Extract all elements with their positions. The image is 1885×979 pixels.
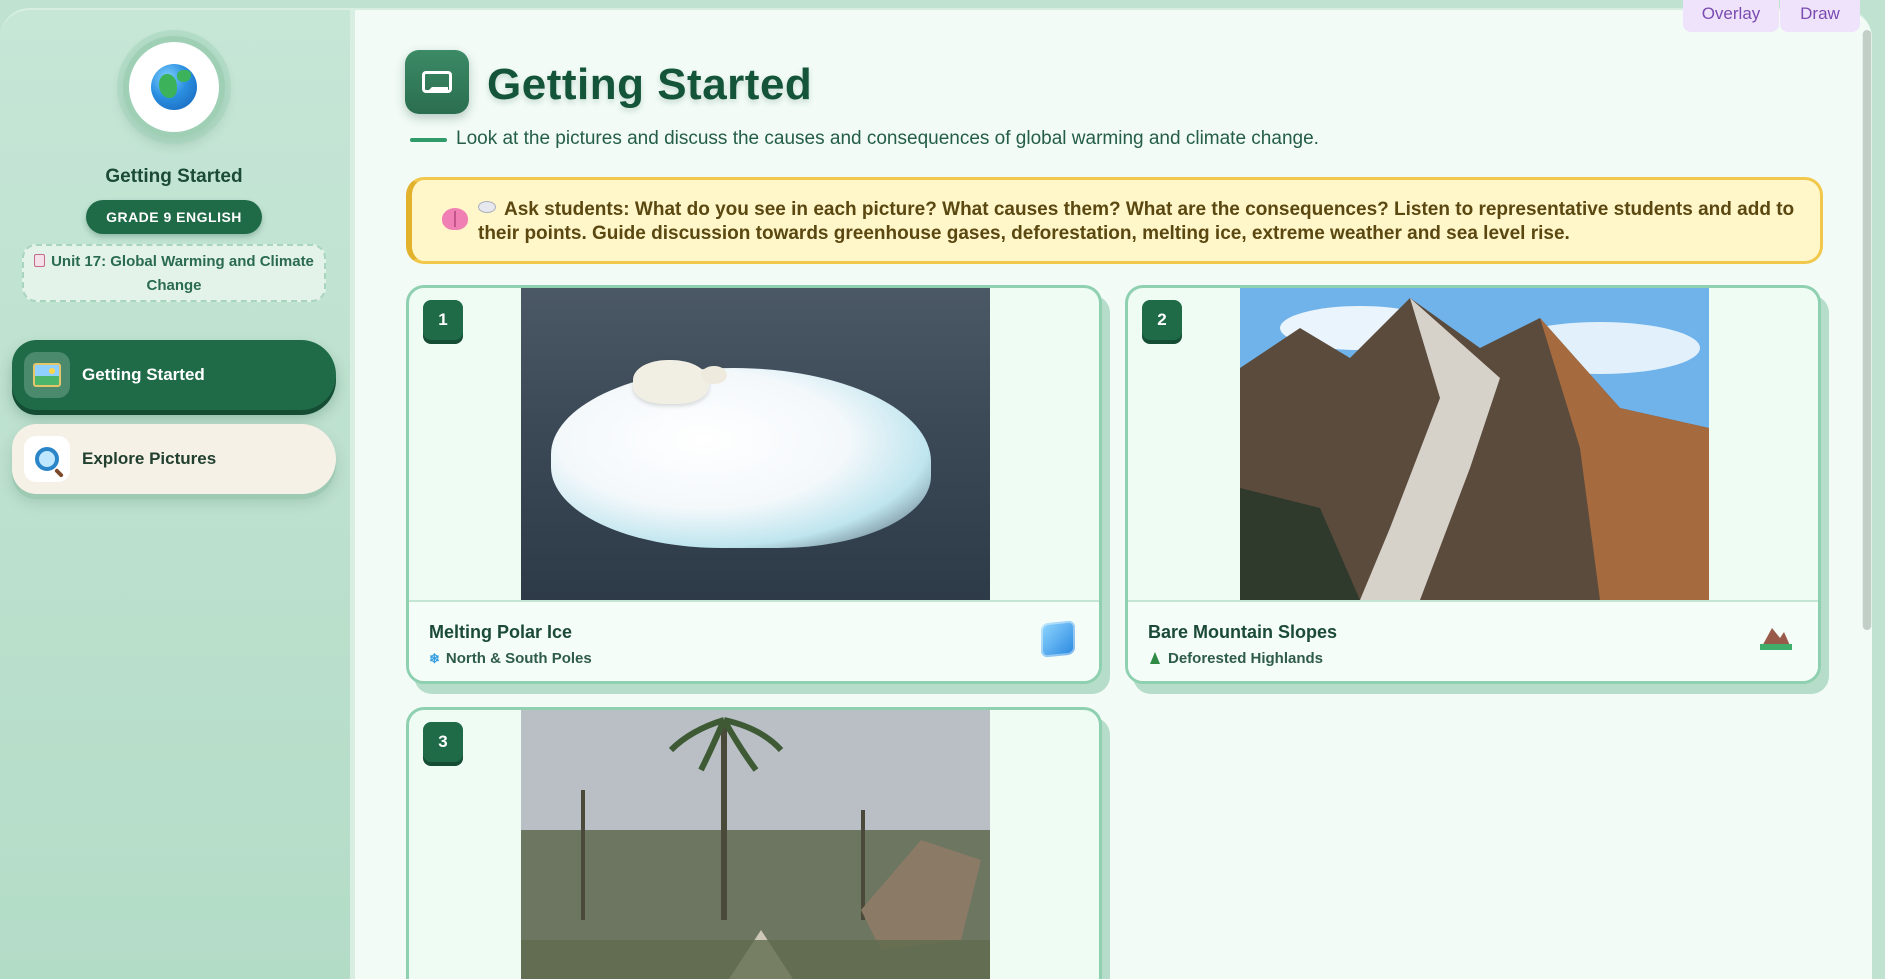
polar-ice-image xyxy=(521,288,990,600)
card-subtitle-text: North & South Poles xyxy=(445,650,592,667)
polar-bear xyxy=(633,360,727,404)
sidebar-item-explore-pictures[interactable]: Explore Pictures xyxy=(12,424,336,494)
page-title: Getting Started xyxy=(487,60,813,109)
sidebar: Getting Started GRADE 9 ENGLISH Unit 17:… xyxy=(0,10,355,979)
sidebar-title: Getting Started xyxy=(105,166,243,187)
mountain-image xyxy=(1240,288,1709,600)
tip-text: Ask students: What do you see in each pi… xyxy=(478,198,1798,246)
tree-icon xyxy=(1150,652,1160,664)
overlay-button[interactable]: Overlay xyxy=(1683,0,1779,32)
unit-label: Unit 17: Global Warming and Climate Chan… xyxy=(22,244,326,302)
sidebar-item-label: Getting Started xyxy=(82,365,205,384)
picture-card-2[interactable]: 2 Bare Mountain Slopes Deforested Highla… xyxy=(1125,285,1821,684)
draw-button[interactable]: Draw xyxy=(1780,0,1860,32)
picture-card-3[interactable]: 3 xyxy=(406,707,1102,979)
card-number: 1 xyxy=(423,300,463,340)
card-subtitle: Deforested Highlands xyxy=(1148,650,1323,667)
grade-badge: GRADE 9 ENGLISH xyxy=(86,200,262,234)
subtitle-accent xyxy=(410,138,447,142)
speech-bubble-icon xyxy=(478,201,496,213)
storm-scene xyxy=(521,710,990,979)
storm-damage-image xyxy=(521,710,990,979)
snowflake-icon: ❄ xyxy=(429,651,440,666)
card-title: Melting Polar Ice xyxy=(429,622,573,642)
card-number: 2 xyxy=(1142,300,1182,340)
ice-cube-icon xyxy=(1041,620,1075,658)
globe-icon xyxy=(151,64,197,110)
sidebar-item-getting-started[interactable]: Getting Started xyxy=(12,340,336,410)
scrollbar-thumb[interactable] xyxy=(1863,30,1871,630)
brain-icon xyxy=(442,208,468,230)
sidebar-item-label: Explore Pictures xyxy=(82,449,217,468)
card-footer: Melting Polar Ice ❄ North & South Poles xyxy=(409,600,1099,681)
card-subtitle: ❄ North & South Poles xyxy=(429,650,592,667)
app-frame: Getting Started GRADE 9 ENGLISH Unit 17:… xyxy=(0,8,1872,979)
tip-content: Ask students: What do you see in each pi… xyxy=(478,199,1795,244)
card-subtitle-text: Deforested Highlands xyxy=(1168,650,1324,667)
card-number: 3 xyxy=(423,722,463,762)
picture-icon xyxy=(33,363,61,387)
scrollbar[interactable] xyxy=(1862,30,1872,630)
clipboard-icon xyxy=(34,254,46,267)
mountain-icon xyxy=(1760,628,1792,650)
mountain-shape xyxy=(1240,288,1709,600)
header-pictures-icon xyxy=(405,50,469,114)
page-subtitle: Look at the pictures and discuss the cau… xyxy=(456,128,1319,149)
nav-icon-wrap xyxy=(24,436,70,482)
unit-text: Unit 17: Global Warming and Climate Chan… xyxy=(51,253,314,294)
card-footer: Bare Mountain Slopes Deforested Highland… xyxy=(1128,600,1818,681)
logo-badge xyxy=(123,36,225,138)
ice-floe xyxy=(551,368,931,548)
teacher-tip: Ask students: What do you see in each pi… xyxy=(406,177,1823,264)
card-title: Bare Mountain Slopes xyxy=(1148,622,1338,642)
nav-icon-wrap xyxy=(24,352,70,398)
magnifier-icon xyxy=(35,447,59,471)
pictures-icon xyxy=(422,71,452,93)
picture-card-1[interactable]: 1 Melting Polar Ice ❄ North & South Poles xyxy=(406,285,1102,684)
